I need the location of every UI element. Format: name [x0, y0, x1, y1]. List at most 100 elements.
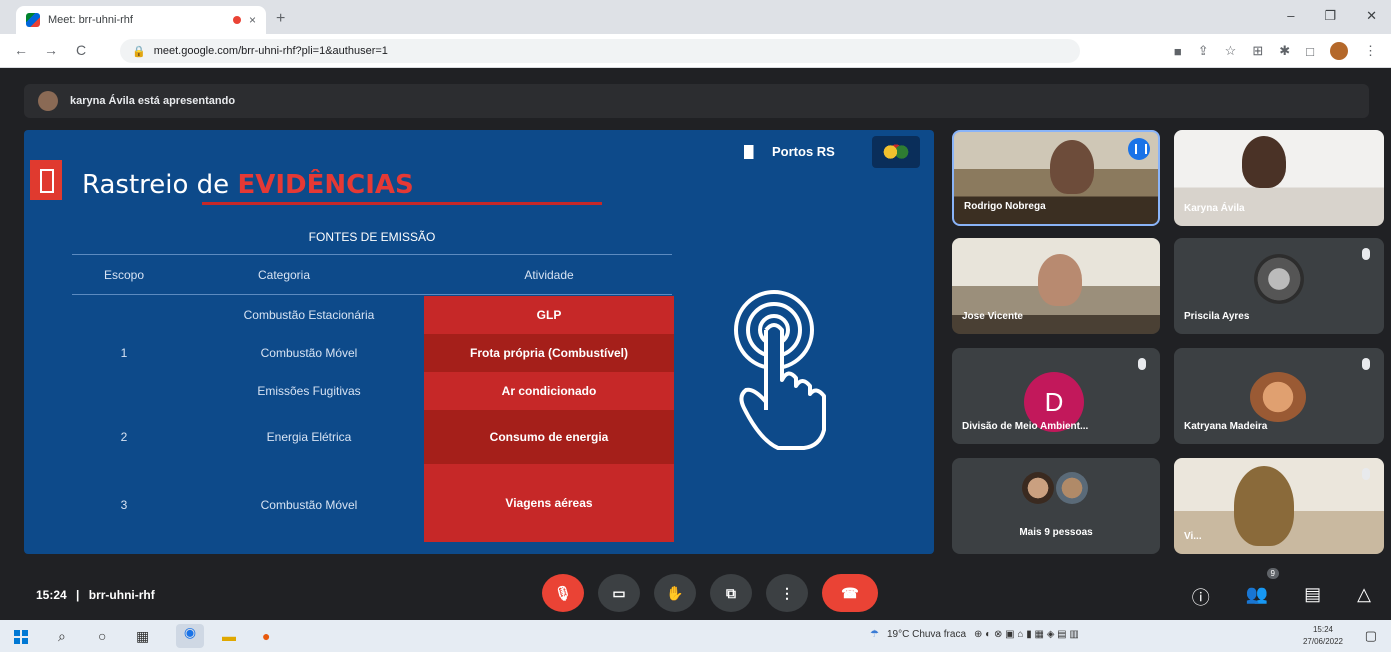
speaking-indicator-icon — [1128, 138, 1150, 160]
present-screen-button[interactable]: ⧉ — [710, 574, 752, 612]
share-icon[interactable]: ⇪ — [1198, 43, 1209, 59]
mic-toggle-button[interactable]: 🎙 — [542, 574, 584, 612]
star-icon[interactable]: ☆ — [1225, 43, 1237, 59]
slide-title: Rastreio de EVIDÊNCIAS — [82, 170, 414, 200]
address-bar-row: ← → C 🔒 meet.google.com/brr-uhni-rhf?pli… — [0, 34, 1391, 68]
windows-taskbar: ⌕ ○ ▦ ◉ ▬ ● ☂ 19°C Chuva fraca ⊕ ◐ ⊗ ▣ ⌂… — [0, 620, 1391, 652]
participant-tile[interactable]: Priscila Ayres — [1174, 238, 1384, 334]
row3-atividade: Ar condicionado — [424, 372, 674, 410]
mic-muted-icon — [1362, 358, 1370, 370]
notification-icon[interactable]: ▢ — [1365, 628, 1377, 644]
browser-tab-bar: Meet: brr-uhni-rhf × + – ❐ ✕ — [0, 0, 1391, 34]
row2-atividade: Frota própria (Combustível) — [424, 334, 674, 372]
extension-icon[interactable]: ⊞ — [1252, 43, 1263, 59]
tray-icons[interactable]: ⊕ ◐ ⊗ ▣ ⌂ ▮ ▦ ◈ ▤ ▥ — [974, 629, 1079, 640]
participant-tile[interactable]: Karyna Ávila — [1174, 130, 1384, 226]
close-window-button[interactable]: ✕ — [1366, 8, 1377, 24]
participant-tile[interactable]: Jose Vicente — [952, 238, 1160, 334]
profile-avatar[interactable] — [1330, 42, 1348, 60]
table-divider — [72, 254, 672, 255]
maximize-button[interactable]: ❐ — [1324, 8, 1336, 24]
participant-avatar — [1056, 472, 1088, 504]
title-underline — [202, 202, 602, 205]
participant-name: Karyna Ávila — [1184, 203, 1245, 214]
firefox-icon[interactable]: ● — [262, 628, 270, 644]
menu-icon[interactable]: ⋮ — [1364, 43, 1377, 59]
back-button[interactable]: ← — [14, 42, 28, 58]
info-separator: | — [76, 588, 80, 602]
participant-tile[interactable]: D Divisão de Meio Ambient... — [952, 348, 1160, 444]
row1-categoria: Combustão Estacionária — [243, 308, 375, 322]
col-header-escopo: Escopo — [103, 268, 145, 282]
participant-video — [1050, 140, 1094, 194]
windows-start-icon[interactable] — [14, 630, 28, 644]
col-header-atividade: Atividade — [524, 268, 574, 282]
slide-title-highlight: EVIDÊNCIAS — [237, 170, 414, 200]
row5-categoria: Combustão Móvel — [260, 498, 358, 512]
meet-area: karyna Ávila está apresentando Rastreio … — [0, 68, 1391, 620]
presentation-slide: Rastreio de EVIDÊNCIAS Portos RS FONTES … — [24, 130, 934, 554]
participant-tile[interactable]: Katryana Madeira — [1174, 348, 1384, 444]
row4-atividade: Consumo de energia — [424, 410, 674, 464]
participant-video — [1234, 466, 1294, 546]
camera-toggle-button[interactable]: ▭ — [598, 574, 640, 612]
participant-avatar — [1254, 254, 1304, 304]
end-call-button[interactable]: ☎ — [822, 574, 878, 612]
more-options-button[interactable]: ⋮ — [766, 574, 808, 612]
camera-icon[interactable]: ■ — [1174, 44, 1182, 59]
participant-video — [1038, 254, 1082, 306]
task-view-icon[interactable]: ○ — [98, 628, 106, 644]
browser-tab[interactable]: Meet: brr-uhni-rhf × — [16, 6, 266, 34]
lock-icon: 🔒 — [132, 45, 146, 58]
search-icon[interactable]: ⌕ — [58, 628, 66, 645]
clock-time: 15:24 — [1312, 625, 1333, 634]
row3-categoria: Emissões Fugitivas — [257, 384, 361, 398]
chrome-taskbar-icon[interactable]: ◉ — [176, 624, 204, 648]
portos-rs-logo: Portos RS — [744, 144, 835, 159]
presenting-banner: karyna Ávila está apresentando — [24, 84, 1369, 118]
row2-escopo: 1 — [120, 346, 128, 360]
new-tab-button[interactable]: + — [276, 10, 285, 28]
participant-name: Vi... — [1184, 531, 1202, 542]
activities-icon[interactable]: △ — [1357, 584, 1371, 610]
row5-escopo: 3 — [120, 498, 128, 512]
call-controls: 🎙 ▭ ✋ ⧉ ⋮ ☎ — [542, 574, 878, 612]
participant-avatar — [1250, 372, 1306, 422]
puzzle-icon[interactable]: ✱ — [1279, 43, 1290, 59]
mic-muted-icon — [1138, 358, 1146, 370]
weather-icon: ☂ — [870, 629, 879, 640]
people-icon[interactable]: 👥 — [1246, 584, 1268, 610]
raise-hand-button[interactable]: ✋ — [654, 574, 696, 612]
mic-muted-icon — [1362, 468, 1370, 480]
chat-icon[interactable]: ▤ — [1304, 584, 1321, 610]
col-header-categoria: Categoria — [257, 268, 311, 282]
recording-dot-icon — [232, 16, 241, 24]
forward-button[interactable]: → — [44, 42, 58, 58]
participant-name: Jose Vicente — [962, 311, 1023, 322]
side-controls: ⓘ 👥 ▤ △ — [1192, 584, 1371, 610]
more-participants-tile[interactable]: Mais 9 pessoas — [952, 458, 1160, 554]
touch-hand-icon — [734, 290, 826, 450]
taskbar-clock[interactable]: 15:24 27/06/2022 — [1303, 624, 1343, 648]
participant-tile[interactable]: Rodrigo Nobrega — [952, 130, 1160, 226]
port-flag-icon — [744, 144, 762, 159]
sidepanel-icon[interactable]: □ — [1306, 44, 1314, 59]
more-participants-label: Mais 9 pessoas — [1019, 527, 1093, 538]
reload-button[interactable]: C — [76, 42, 86, 58]
participant-name: Divisão de Meio Ambient... — [962, 421, 1089, 432]
participant-name: Katryana Madeira — [1184, 421, 1268, 432]
system-tray: ☂ 19°C Chuva fraca ⊕ ◐ ⊗ ▣ ⌂ ▮ ▦ ◈ ▤ ▥ — [870, 629, 1079, 640]
meeting-time: 15:24 — [36, 588, 67, 602]
widgets-icon[interactable]: ▦ — [136, 628, 149, 645]
participant-tile[interactable]: Vi... — [1174, 458, 1384, 554]
minimize-button[interactable]: – — [1287, 8, 1294, 24]
row4-escopo: 2 — [120, 430, 128, 444]
info-icon[interactable]: ⓘ — [1192, 584, 1210, 610]
meeting-info: 15:24 | brr-uhni-rhf — [36, 588, 155, 602]
file-explorer-icon[interactable]: ▬ — [222, 628, 236, 644]
url-bar[interactable]: 🔒 meet.google.com/brr-uhni-rhf?pli=1&aut… — [120, 39, 1080, 63]
participant-name: Priscila Ayres — [1184, 311, 1250, 322]
tab-close-button[interactable]: × — [249, 13, 256, 27]
government-emblem-icon — [872, 136, 920, 168]
participant-name: Rodrigo Nobrega — [964, 201, 1046, 212]
